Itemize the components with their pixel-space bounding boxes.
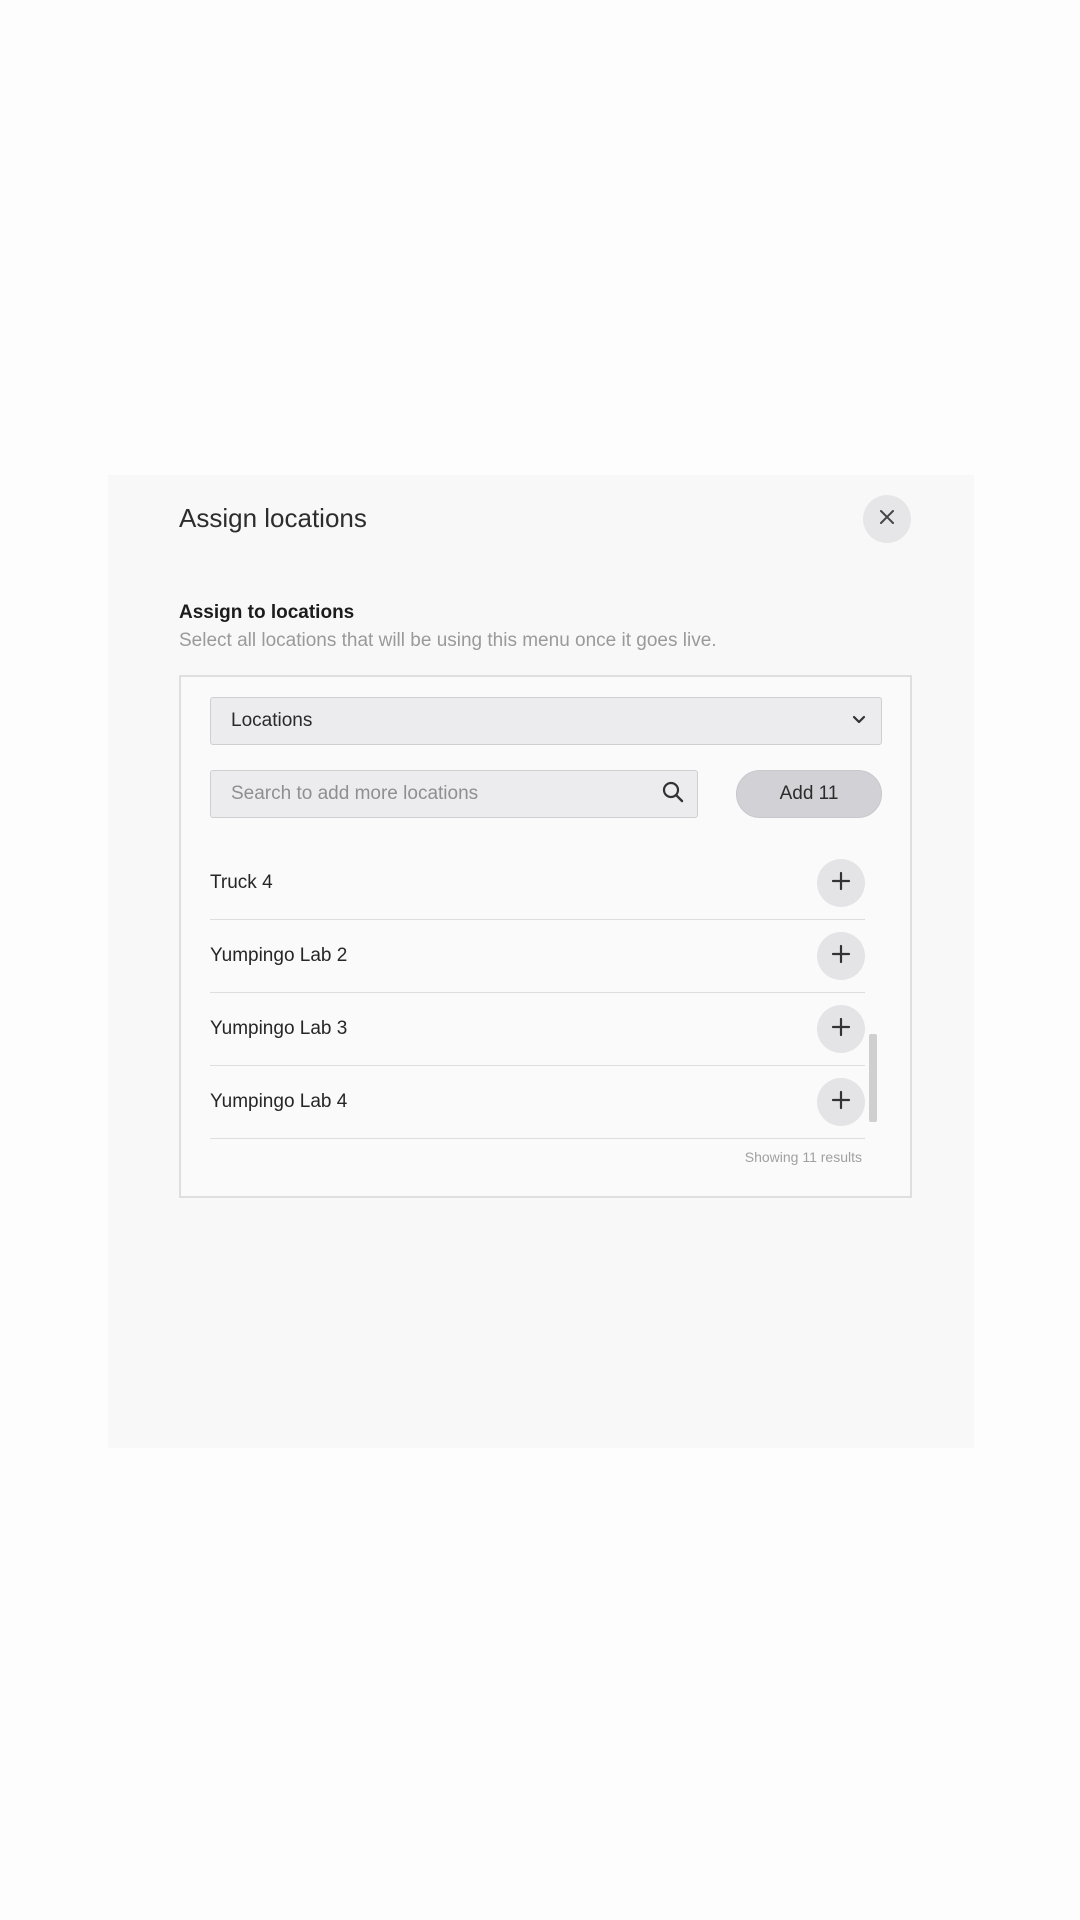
results-count: Showing 11 results [744, 1149, 862, 1165]
list-item: Yumpingo Lab 3 [210, 993, 865, 1066]
search-field [210, 770, 698, 818]
search-icon[interactable] [661, 780, 685, 809]
section-heading: Assign to locations [179, 602, 355, 623]
list-item-label: Yumpingo Lab 2 [210, 945, 348, 966]
locations-dropdown-label: Locations [231, 710, 313, 731]
add-location-button[interactable] [817, 932, 865, 980]
add-locations-button[interactable]: Add 11 [736, 770, 882, 818]
list-item: Yumpingo Lab 2 [210, 920, 865, 993]
search-input[interactable] [231, 783, 661, 805]
locations-panel: Locations Add 11 Truck 4 [179, 675, 912, 1198]
modal-title: Assign locations [179, 503, 367, 533]
plus-icon [831, 871, 851, 896]
plus-icon [831, 1017, 851, 1042]
list-item-label: Yumpingo Lab 3 [210, 1018, 348, 1039]
add-location-button[interactable] [817, 1078, 865, 1126]
locations-dropdown[interactable]: Locations [210, 697, 882, 745]
close-button[interactable] [863, 495, 911, 543]
list-item-label: Yumpingo Lab 4 [210, 1091, 348, 1112]
list-item: Truck 4 [210, 847, 865, 920]
add-location-button[interactable] [817, 1005, 865, 1053]
plus-icon [831, 944, 851, 969]
locations-list: Truck 4 Yumpingo Lab 2 Yumpingo Lab 3 Yu… [210, 847, 865, 1139]
list-scrollbar[interactable] [869, 1034, 877, 1122]
add-location-button[interactable] [817, 859, 865, 907]
list-item-label: Truck 4 [210, 872, 273, 893]
assign-locations-modal: Assign locations Assign to locations Sel… [108, 475, 974, 1448]
chevron-down-icon [851, 711, 867, 732]
plus-icon [831, 1090, 851, 1115]
close-icon [878, 508, 896, 531]
section-description: Select all locations that will be using … [179, 630, 717, 651]
list-item: Yumpingo Lab 4 [210, 1066, 865, 1139]
